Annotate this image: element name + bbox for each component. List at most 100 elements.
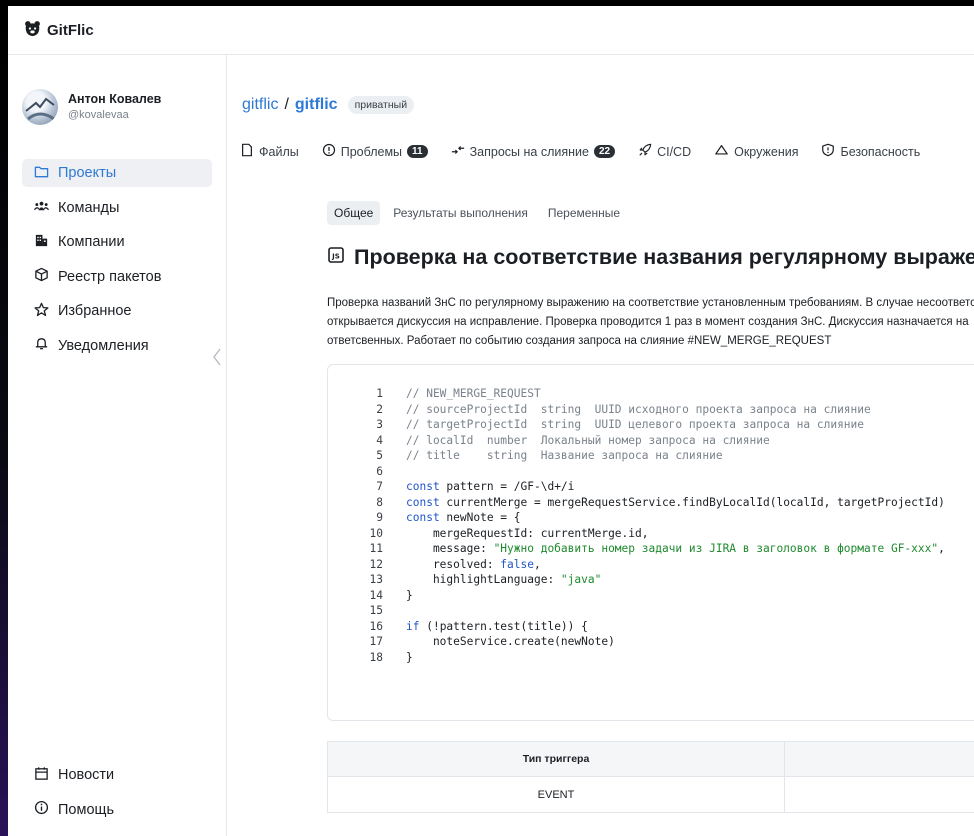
code-line: 15 [328, 603, 945, 619]
sidebar-item-notifications[interactable]: Уведомления [22, 332, 212, 360]
breadcrumb-separator: / [284, 96, 289, 113]
subtab-general[interactable]: Общее [327, 201, 381, 225]
line-number: 11 [369, 542, 383, 555]
sidebar-nav: Проекты Команды Компании Реестр пакетов … [22, 159, 212, 366]
code-text: resolved: false, [406, 557, 541, 571]
top-bar: GitFlic [8, 6, 974, 55]
app-name: GitFlic [47, 21, 94, 39]
page-title-text: Проверка на соответствие названия регуля… [354, 245, 974, 269]
code-line: 14} [328, 588, 945, 604]
tab-cicd[interactable]: CI/CD [638, 143, 691, 160]
code-viewer[interactable]: 1 // NEW_MERGE_REQUEST 2 // sourceProjectId… [327, 364, 974, 721]
sidebar-item-packages[interactable]: Реестр пакетов [22, 263, 212, 291]
sidebar-item-label: Избранное [58, 303, 132, 319]
app-window: GitFlic Антон Ковалев @kovalevaa Проекты [8, 6, 974, 836]
table-row: EVENT [328, 777, 974, 812]
code-line: 7 const pattern = /GF-\d+/i [328, 479, 945, 495]
tab-label: Окружения [734, 144, 799, 159]
sidebar-item-companies[interactable]: Компании [22, 228, 212, 256]
page-title: JS Проверка на соответствие названия рег… [327, 245, 974, 270]
news-icon [34, 766, 49, 785]
description: Проверка названий ЗнС по регулярному выр… [327, 294, 974, 351]
user-card[interactable]: Антон Ковалев @kovalevaa [22, 89, 161, 125]
line-number: 6 [376, 464, 383, 478]
sidebar-item-help[interactable]: Помощь [22, 796, 212, 824]
code-line: 5 // title string Название запроса на сли… [328, 448, 945, 464]
sidebar-item-label: Проекты [58, 165, 117, 181]
pipeline-subtabs: Общее Результаты выполнения Переменные [327, 201, 627, 225]
tab-merge-requests[interactable]: Запросы на слияние 22 [451, 143, 616, 160]
sidebar-item-label: Компании [58, 234, 125, 250]
description-line: ответсвенных. Работает по событию создан… [327, 335, 832, 347]
sidebar-item-news[interactable]: Новости [22, 761, 212, 789]
table-cell [785, 777, 974, 812]
tab-files[interactable]: Файлы [240, 143, 299, 160]
line-number: 3 [376, 418, 383, 431]
line-number: 17 [369, 635, 383, 648]
code-text: } [406, 588, 413, 602]
collapse-sidebar-button[interactable] [212, 347, 222, 371]
sidebar-item-teams[interactable]: Команды [22, 194, 212, 222]
breadcrumb-project[interactable]: gitflic [295, 96, 338, 114]
code-line: 11 message: "Нужно добавить номер задачи… [328, 541, 945, 557]
line-number: 2 [376, 402, 383, 416]
tab-label: Файлы [259, 144, 299, 159]
subtab-variables[interactable]: Переменные [541, 201, 627, 225]
code-text: const pattern = /GF-\d+/i [406, 480, 575, 493]
code-text: // title string Название запроса на слия… [406, 449, 723, 462]
code-text: // targetProjectId string UUID целевого … [406, 418, 865, 431]
code-line: 10 mergeRequestId: currentMerge.id, [328, 526, 945, 542]
line-number: 4 [376, 433, 383, 447]
project-tabs: Файлы Проблемы 11 Запросы на слияние 22 … [240, 143, 943, 160]
line-number: 1 [376, 387, 383, 400]
line-number: 12 [369, 557, 383, 571]
sidebar-item-label: Уведомления [58, 337, 149, 354]
team-icon [33, 198, 50, 217]
tab-label: CI/CD [657, 144, 692, 159]
code-lines: 1 // NEW_MERGE_REQUEST 2 // sourceProjectId… [328, 386, 945, 665]
tab-environments[interactable]: Окружения [714, 143, 798, 160]
tab-label: Запросы на слияние [469, 144, 589, 159]
subtab-results[interactable]: Результаты выполнения [386, 201, 535, 225]
code-text: // sourceProjectId string UUID исходного… [406, 402, 871, 416]
shield-icon [821, 143, 835, 160]
code-text: highlightLanguage: "java" [406, 573, 602, 586]
code-line: 18} [328, 650, 945, 666]
chevron-left-icon [212, 348, 222, 371]
code-text: if (!pattern.test(title)) { [406, 619, 588, 633]
star-icon [34, 302, 49, 321]
code-line: 6 [328, 464, 945, 480]
company-icon [34, 233, 49, 252]
description-line: Проверка названий ЗнС по регулярному выр… [327, 297, 974, 309]
sidebar-bottom-nav: Новости Помощь [22, 761, 212, 830]
code-line: 12 resolved: false, [328, 557, 945, 573]
trigger-table: Тип триггера EVENT [327, 741, 974, 813]
description-line: открывается дискуссия на исправление. Пр… [327, 316, 969, 328]
line-number: 8 [376, 495, 383, 509]
code-line: 3 // targetProjectId string UUID целевого… [328, 417, 945, 433]
code-text: } [406, 650, 413, 664]
code-text: // NEW_MERGE_REQUEST [406, 387, 541, 400]
sidebar-item-favorites[interactable]: Избранное [22, 297, 212, 325]
sidebar-item-label: Команды [58, 199, 120, 216]
info-icon [34, 800, 49, 819]
issues-count-badge: 11 [407, 145, 428, 158]
cloud-icon [714, 143, 729, 160]
line-number: 14 [369, 588, 383, 602]
line-number: 15 [369, 604, 383, 617]
main-content: gitflic / gitflic приватный Файлы Пробле… [227, 55, 974, 836]
code-line: 13 highlightLanguage: "java" [328, 572, 945, 588]
merge-requests-count-badge: 22 [593, 145, 616, 158]
logo[interactable]: GitFlic [24, 20, 94, 41]
breadcrumb-owner[interactable]: gitflic [242, 96, 278, 114]
tab-issues[interactable]: Проблемы 11 [322, 143, 428, 160]
sidebar-item-projects[interactable]: Проекты [22, 159, 212, 187]
code-text: const currentMerge = mergeRequestService… [406, 495, 945, 509]
tab-security[interactable]: Безопасность [821, 143, 920, 160]
sidebar: Антон Ковалев @kovalevaa Проекты Команды… [8, 55, 227, 836]
line-number: 7 [376, 480, 383, 493]
tab-label: Проблемы [340, 144, 403, 159]
code-text: message: "Нужно добавить номер задачи из… [406, 542, 945, 555]
sidebar-item-label: Новости [58, 767, 115, 783]
code-line: 9 const newNote = { [328, 510, 945, 526]
